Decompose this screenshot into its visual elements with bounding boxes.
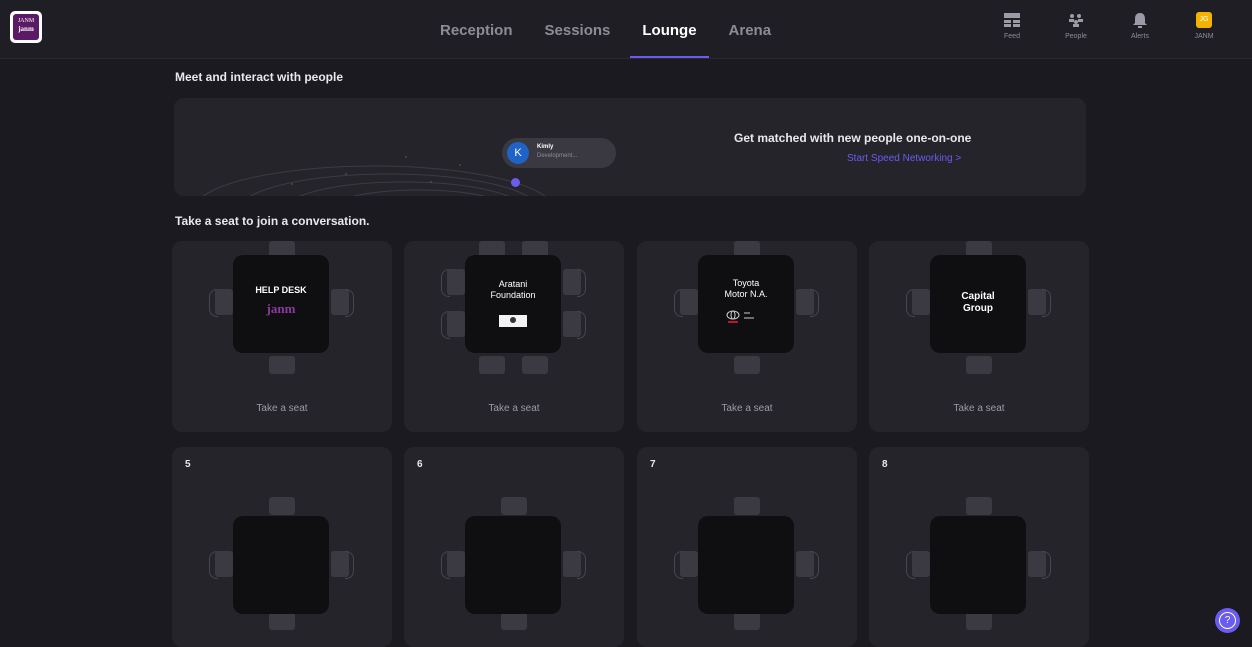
speed-networking-title: Get matched with new people one-on-one bbox=[734, 131, 972, 145]
seat-bottom[interactable] bbox=[966, 612, 992, 630]
seat-left[interactable] bbox=[447, 269, 465, 295]
top-bar: JANM janm Reception Sessions Lounge Aren… bbox=[0, 0, 1252, 59]
seat-bottom[interactable] bbox=[966, 356, 992, 374]
janm-table-logo: janm bbox=[266, 301, 296, 316]
seat-bottom[interactable] bbox=[501, 612, 527, 630]
table-name: Capital Group bbox=[961, 291, 995, 314]
table[interactable] bbox=[465, 516, 561, 614]
start-speed-networking-link[interactable]: Start Speed Networking > bbox=[847, 153, 961, 164]
table-card-toyota: Toyota Motor N.A. Take a seat bbox=[637, 241, 857, 432]
table-card-5: 5 bbox=[172, 447, 392, 647]
take-seat-label[interactable]: Take a seat bbox=[637, 403, 857, 414]
avatar: JG bbox=[1196, 12, 1212, 28]
seat-left[interactable] bbox=[215, 289, 233, 315]
table-card-capital-group: Capital Group Take a seat bbox=[869, 241, 1089, 432]
seat-left[interactable] bbox=[447, 311, 465, 337]
nav-feed[interactable]: Feed bbox=[980, 12, 1044, 40]
seat-left[interactable] bbox=[680, 289, 698, 315]
seat-top[interactable] bbox=[734, 497, 760, 515]
table-name: Aratani Foundation bbox=[490, 279, 536, 300]
nav-alerts-label: Alerts bbox=[1131, 33, 1149, 40]
seat-bottom[interactable] bbox=[522, 356, 548, 374]
tab-sessions[interactable]: Sessions bbox=[533, 0, 623, 58]
janm-logo[interactable]: JANM janm bbox=[10, 11, 42, 43]
table-number: 8 bbox=[882, 459, 888, 470]
match-dot bbox=[511, 178, 520, 187]
aratani-logo bbox=[499, 315, 527, 327]
bell-icon bbox=[1108, 12, 1172, 28]
seat-right-outline bbox=[577, 311, 586, 339]
match-bubble: K Kimly Development... bbox=[502, 138, 616, 168]
table[interactable] bbox=[233, 516, 329, 614]
aratani-logo-mark bbox=[510, 317, 516, 323]
nav-alerts[interactable]: Alerts bbox=[1108, 12, 1172, 40]
nav-people-label: People bbox=[1065, 33, 1087, 40]
feed-icon bbox=[980, 12, 1044, 28]
table-card-6: 6 bbox=[404, 447, 624, 647]
seat-bottom[interactable] bbox=[269, 612, 295, 630]
people-icon bbox=[1044, 12, 1108, 28]
table[interactable]: Toyota Motor N.A. bbox=[698, 255, 794, 353]
seat-left[interactable] bbox=[447, 551, 465, 577]
table[interactable]: Capital Group bbox=[930, 255, 1026, 353]
nav-profile-label: JANM bbox=[1194, 33, 1214, 40]
seat-bottom[interactable] bbox=[269, 356, 295, 374]
table[interactable] bbox=[930, 516, 1026, 614]
tab-lounge[interactable]: Lounge bbox=[630, 0, 709, 58]
seat-right-outline bbox=[577, 551, 586, 579]
take-seat-label[interactable]: Take a seat bbox=[172, 403, 392, 414]
seat-bottom[interactable] bbox=[479, 356, 505, 374]
nav-right: Feed People Alerts JG JANM bbox=[980, 12, 1236, 40]
seat-left[interactable] bbox=[912, 551, 930, 577]
seat-title: Take a seat to join a conversation. bbox=[175, 214, 370, 228]
nav-feed-label: Feed bbox=[1004, 33, 1020, 40]
match-role: Development... bbox=[537, 153, 578, 159]
seat-top[interactable] bbox=[501, 497, 527, 515]
table[interactable]: Aratani Foundation bbox=[465, 255, 561, 353]
seat-top[interactable] bbox=[966, 497, 992, 515]
table[interactable] bbox=[698, 516, 794, 614]
seat-top[interactable] bbox=[269, 497, 295, 515]
table-number: 5 bbox=[185, 459, 191, 470]
speed-networking-banner: K Kimly Development... Get matched with … bbox=[174, 98, 1086, 196]
meet-title: Meet and interact with people bbox=[175, 70, 344, 84]
seat-bottom[interactable] bbox=[734, 356, 760, 374]
table-number: 7 bbox=[650, 459, 656, 470]
toyota-logo-icon bbox=[726, 310, 754, 323]
match-name: Kimly bbox=[537, 144, 554, 150]
table[interactable]: HELP DESK janm bbox=[233, 255, 329, 353]
tab-arena[interactable]: Arena bbox=[717, 0, 784, 58]
seat-left[interactable] bbox=[912, 289, 930, 315]
seat-right-outline bbox=[577, 269, 586, 297]
seat-right-outline bbox=[810, 551, 819, 579]
seat-right-outline bbox=[1042, 551, 1051, 579]
seat-left[interactable] bbox=[680, 551, 698, 577]
seat-right-outline bbox=[345, 551, 354, 579]
nav-people[interactable]: People bbox=[1044, 12, 1108, 40]
tab-reception[interactable]: Reception bbox=[428, 0, 525, 58]
help-button[interactable]: ? bbox=[1215, 608, 1240, 633]
take-seat-label[interactable]: Take a seat bbox=[869, 403, 1089, 414]
take-seat-label[interactable]: Take a seat bbox=[404, 403, 624, 414]
table-card-help-desk: HELP DESK janm Take a seat bbox=[172, 241, 392, 432]
nav-profile[interactable]: JG JANM bbox=[1172, 12, 1236, 40]
logo-line-1: JANM bbox=[17, 18, 35, 24]
table-card-8: 8 bbox=[869, 447, 1089, 647]
janm-logo-mark: JANM janm bbox=[13, 14, 39, 40]
table-number: 6 bbox=[417, 459, 423, 470]
seat-right-outline bbox=[1042, 289, 1051, 317]
table-name: Toyota Motor N.A. bbox=[724, 278, 768, 299]
seat-bottom[interactable] bbox=[734, 612, 760, 630]
match-avatar: K bbox=[507, 142, 529, 164]
seat-left[interactable] bbox=[215, 551, 233, 577]
main-tabs: Reception Sessions Lounge Arena bbox=[428, 0, 791, 58]
seat-right-outline bbox=[345, 289, 354, 317]
table-card-aratani-foundation: Aratani Foundation Take a seat bbox=[404, 241, 624, 432]
table-card-7: 7 bbox=[637, 447, 857, 647]
logo-line-2: janm bbox=[18, 25, 34, 33]
table-name: HELP DESK bbox=[255, 285, 307, 295]
seat-right-outline bbox=[810, 289, 819, 317]
help-icon: ? bbox=[1219, 612, 1236, 629]
